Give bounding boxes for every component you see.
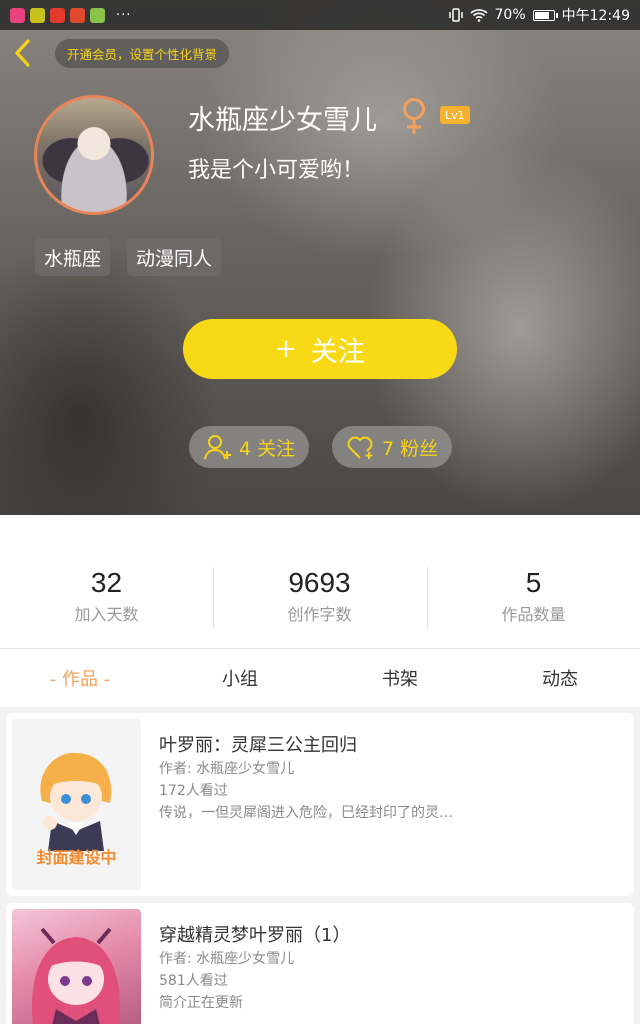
- weibo-app-icon: [70, 7, 85, 23]
- work-summary: 简介正在更新: [159, 995, 243, 1011]
- cover-illustration: [31, 927, 121, 1024]
- following-button[interactable]: 4 关注: [189, 426, 310, 468]
- tab-groups[interactable]: 小组: [160, 649, 320, 707]
- notification-icons: ···: [10, 7, 132, 23]
- stat-days: 32 加入天数: [0, 567, 213, 625]
- heart-add-icon: [347, 436, 373, 459]
- stat-words-value: 9693: [288, 567, 351, 598]
- work-cover-image: [12, 909, 141, 1024]
- stats-panel: 32 加入天数 9693 创作字数 5 作品数量: [0, 515, 640, 649]
- work-summary: 传说，一但灵犀阁进入危险，巳经封印了的灵…: [159, 805, 453, 821]
- vip-promo-label: 开通会员，设置个性化背景: [67, 47, 218, 62]
- tab-works[interactable]: - 作品 -: [0, 649, 160, 707]
- profile-header: ··· 70% 中午12:49 开通会员，设置个性化背景 水瓶座少女雪儿 Lv1…: [0, 0, 640, 515]
- work-card[interactable]: 穿越精灵梦叶罗丽（1） 作者: 水瓶座少女雪儿 581人看过 简介正在更新: [6, 903, 634, 1024]
- cover-placeholder-illustration: [40, 752, 112, 851]
- stat-works: 5 作品数量: [427, 567, 640, 625]
- work-title: 叶罗丽：灵犀三公主回归: [159, 735, 357, 756]
- work-views: 172人看过: [159, 783, 228, 799]
- video-app-icon: [10, 7, 25, 23]
- music-app-icon: [30, 7, 45, 23]
- work-views: 581人看过: [159, 973, 228, 989]
- vip-background-promo[interactable]: 开通会员，设置个性化背景: [55, 39, 230, 68]
- tab-activity[interactable]: 动态: [480, 649, 640, 707]
- profile-tabs: - 作品 - 小组 书架 动态: [0, 649, 640, 708]
- work-title: 穿越精灵梦叶罗丽（1）: [159, 925, 351, 946]
- work-cover-placeholder: 封面建设中: [12, 719, 141, 890]
- username: 水瓶座少女雪儿: [188, 105, 377, 136]
- tab-bookshelf[interactable]: 书架: [320, 649, 480, 707]
- avatar[interactable]: [34, 95, 154, 215]
- battery-icon: [532, 9, 558, 21]
- stat-days-value: 32: [90, 567, 123, 598]
- stat-works-label: 作品数量: [501, 605, 566, 624]
- work-author: 作者: 水瓶座少女雪儿: [159, 951, 295, 967]
- follow-button-label: 关注: [310, 336, 365, 368]
- follow-button[interactable]: + 关注: [183, 319, 457, 379]
- wifi-icon: [469, 9, 488, 22]
- more-notifications: ···: [116, 7, 132, 23]
- plus-icon: +: [275, 334, 297, 364]
- reader-app-icon: [90, 7, 105, 23]
- record-app-icon: [50, 7, 65, 23]
- stat-days-label: 加入天数: [74, 605, 139, 624]
- fans-count: 7 粉丝: [382, 437, 439, 460]
- user-bio: 我是个小可爱哟！: [188, 158, 365, 183]
- stat-words-label: 创作字数: [287, 605, 352, 624]
- cover-construction-label: 封面建设中: [36, 848, 117, 867]
- fans-button[interactable]: 7 粉丝: [332, 426, 453, 468]
- following-count: 4 关注: [239, 437, 296, 460]
- stat-words: 9693 创作字数: [213, 567, 426, 625]
- female-gender-icon: [403, 98, 425, 134]
- tag-anime[interactable]: 动漫同人: [127, 238, 222, 276]
- stat-works-value: 5: [525, 567, 542, 598]
- clock: 中午12:49: [561, 8, 630, 24]
- back-arrow-icon[interactable]: [10, 38, 36, 68]
- work-card[interactable]: 封面建设中 叶罗丽：灵犀三公主回归 作者: 水瓶座少女雪儿 172人看过 传说，…: [6, 713, 634, 896]
- work-author: 作者: 水瓶座少女雪儿: [159, 761, 295, 777]
- user-tags: 水瓶座 动漫同人: [35, 238, 222, 276]
- status-bar: ··· 70% 中午12:49: [0, 0, 640, 30]
- vibrate-icon: [448, 8, 463, 22]
- battery-percent: 70%: [494, 7, 526, 23]
- user-add-icon: [204, 435, 231, 460]
- level-badge: Lv1: [440, 106, 470, 124]
- tag-zodiac[interactable]: 水瓶座: [35, 238, 111, 276]
